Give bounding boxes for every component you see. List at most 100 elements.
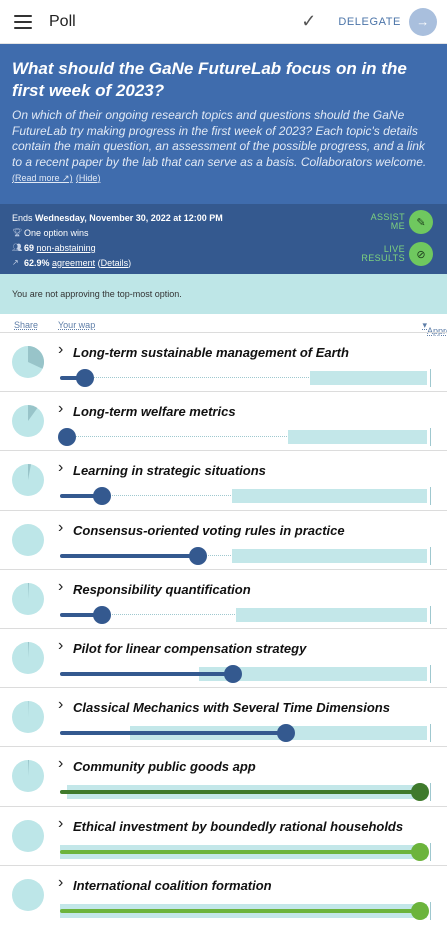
chevron-right-icon[interactable]: ›	[58, 637, 63, 655]
wap-slider-handle[interactable]	[58, 428, 76, 447]
wap-fill	[60, 553, 200, 558]
approval-bar	[232, 548, 427, 563]
wap-slider-handle[interactable]	[93, 605, 112, 624]
people-icon: 👥︎	[12, 243, 23, 252]
option-wins-label: One option wins	[24, 227, 89, 238]
approval-column-header[interactable]: ▾ Approval	[422, 320, 447, 336]
option-item: › Ethical investment by boundedly rationa…	[0, 805, 447, 865]
chevron-right-icon[interactable]: ›	[58, 341, 63, 359]
wap-slider[interactable]	[60, 783, 431, 802]
wap-slider[interactable]	[60, 605, 431, 624]
option-title[interactable]: International coalition formation	[73, 878, 272, 893]
option-item: › Long-term sustainable management of Ear…	[0, 332, 447, 391]
share-pie-chart[interactable]	[12, 819, 44, 852]
option-item: › Consensus-oriented voting rules in prac…	[0, 509, 447, 569]
options-list: › Long-term sustainable management of Ear…	[0, 332, 447, 924]
share-pie-chart[interactable]	[12, 641, 44, 674]
slider-end-marker	[430, 842, 431, 861]
option-item: › Community public goods app	[0, 746, 447, 805]
option-item: › International coalition formation	[0, 864, 447, 924]
share-pie-chart[interactable]	[12, 523, 44, 556]
option-item: › Responsibility quantification	[0, 568, 447, 628]
column-header: Share Your wap ▾ Approval	[0, 314, 447, 336]
delegate-label: DELEGATE	[338, 15, 401, 28]
details-link[interactable]: Details	[101, 258, 129, 268]
option-title[interactable]: Learning in strategic situations	[73, 463, 266, 478]
wap-slider[interactable]	[60, 546, 431, 565]
assist-me-toggle[interactable]: ASSIST ME ✎	[371, 210, 433, 234]
option-title[interactable]: Community public goods app	[73, 759, 256, 774]
menu-icon[interactable]	[14, 14, 32, 29]
live-results-toggle[interactable]: LIVE RESULTS ⊘	[361, 242, 433, 266]
wap-slider-handle[interactable]	[93, 487, 112, 506]
chevron-right-icon[interactable]: ›	[58, 696, 63, 714]
non-abstaining-link[interactable]: non-abstaining	[37, 243, 96, 253]
share-pie-background	[12, 523, 44, 556]
chevron-right-icon[interactable]: ›	[58, 519, 63, 537]
approval-bar	[236, 607, 427, 622]
wap-slider[interactable]	[60, 724, 431, 743]
option-title[interactable]: Consensus-oriented voting rules in pract…	[73, 523, 345, 538]
option-title[interactable]: Classical Mechanics with Several Time Di…	[73, 700, 390, 715]
share-pie-chart[interactable]	[12, 582, 44, 615]
share-pie-chart[interactable]	[12, 346, 44, 378]
agreement-link[interactable]: agreement	[52, 258, 95, 268]
ends-prefix: Ends	[12, 212, 33, 223]
read-more-label: Read more	[15, 173, 60, 183]
wap-column-header[interactable]: Your wap	[58, 320, 95, 330]
share-pie-chart[interactable]	[12, 405, 44, 438]
chevron-right-icon[interactable]: ›	[58, 459, 63, 477]
wap-fill	[60, 731, 288, 736]
wap-slider-handle[interactable]	[411, 901, 429, 920]
share-pie-chart[interactable]	[12, 464, 44, 497]
delegate-button[interactable]: DELEGATE →	[338, 7, 437, 36]
wap-slider[interactable]	[60, 369, 431, 387]
app-title: Poll	[49, 12, 76, 30]
slider-end-marker	[430, 901, 431, 920]
wap-slider-handle[interactable]	[75, 369, 94, 387]
poll-description-text: On which of their ongoing research topic…	[12, 108, 427, 169]
chevron-right-icon[interactable]: ›	[58, 755, 63, 773]
poll-header: What should the GaNe FutureLab focus on …	[0, 44, 447, 204]
share-pie-background	[12, 819, 44, 852]
option-title[interactable]: Long-term sustainable management of Eart…	[73, 345, 349, 360]
chevron-right-icon[interactable]: ›	[58, 815, 63, 833]
option-item: › Pilot for linear compensation strategy	[0, 627, 447, 687]
wap-slider[interactable]	[60, 664, 431, 683]
chevron-right-icon[interactable]: ›	[58, 578, 63, 596]
option-title[interactable]: Pilot for linear compensation strategy	[73, 641, 306, 656]
read-more-link[interactable]: (Read more ↗)	[12, 173, 73, 183]
share-pie-chart[interactable]	[12, 878, 44, 911]
slider-end-marker	[430, 724, 431, 743]
top-bar: Poll ✓ DELEGATE →	[0, 0, 447, 44]
wap-slider-handle[interactable]	[223, 664, 242, 683]
share-pie-chart[interactable]	[12, 701, 44, 734]
hide-label: Hide	[78, 173, 98, 183]
wap-slider-handle[interactable]	[411, 842, 429, 861]
option-title[interactable]: Ethical investment by boundedly rational…	[73, 819, 403, 834]
share-column-header[interactable]: Share	[14, 320, 38, 330]
approval-bar	[287, 430, 427, 445]
chevron-right-icon[interactable]: ›	[58, 400, 63, 418]
poll-question: What should the GaNe FutureLab focus on …	[12, 59, 407, 100]
wap-slider[interactable]	[58, 428, 431, 447]
agreement-value: 62.9%	[24, 257, 50, 268]
slider-end-marker	[430, 428, 431, 447]
option-title[interactable]: Long-term welfare metrics	[73, 404, 236, 419]
share-pie-chart[interactable]	[12, 760, 44, 793]
wap-fill	[60, 671, 235, 676]
wap-slider[interactable]	[60, 487, 431, 506]
option-title[interactable]: Responsibility quantification	[73, 582, 251, 597]
slider-end-marker	[430, 487, 431, 506]
slider-end-marker	[430, 546, 431, 565]
wap-slider[interactable]	[60, 901, 431, 920]
wap-slider[interactable]	[60, 842, 431, 861]
delegate-arrow-icon: →	[409, 7, 437, 36]
check-icon[interactable]: ✓	[301, 11, 316, 32]
wap-slider-handle[interactable]	[276, 724, 295, 743]
share-pie-background	[12, 878, 44, 911]
chevron-right-icon[interactable]: ›	[58, 874, 63, 892]
eye-off-icon: ⊘	[409, 242, 433, 266]
hide-link[interactable]: (Hide)	[76, 173, 101, 183]
wap-slider-handle[interactable]	[188, 546, 207, 565]
